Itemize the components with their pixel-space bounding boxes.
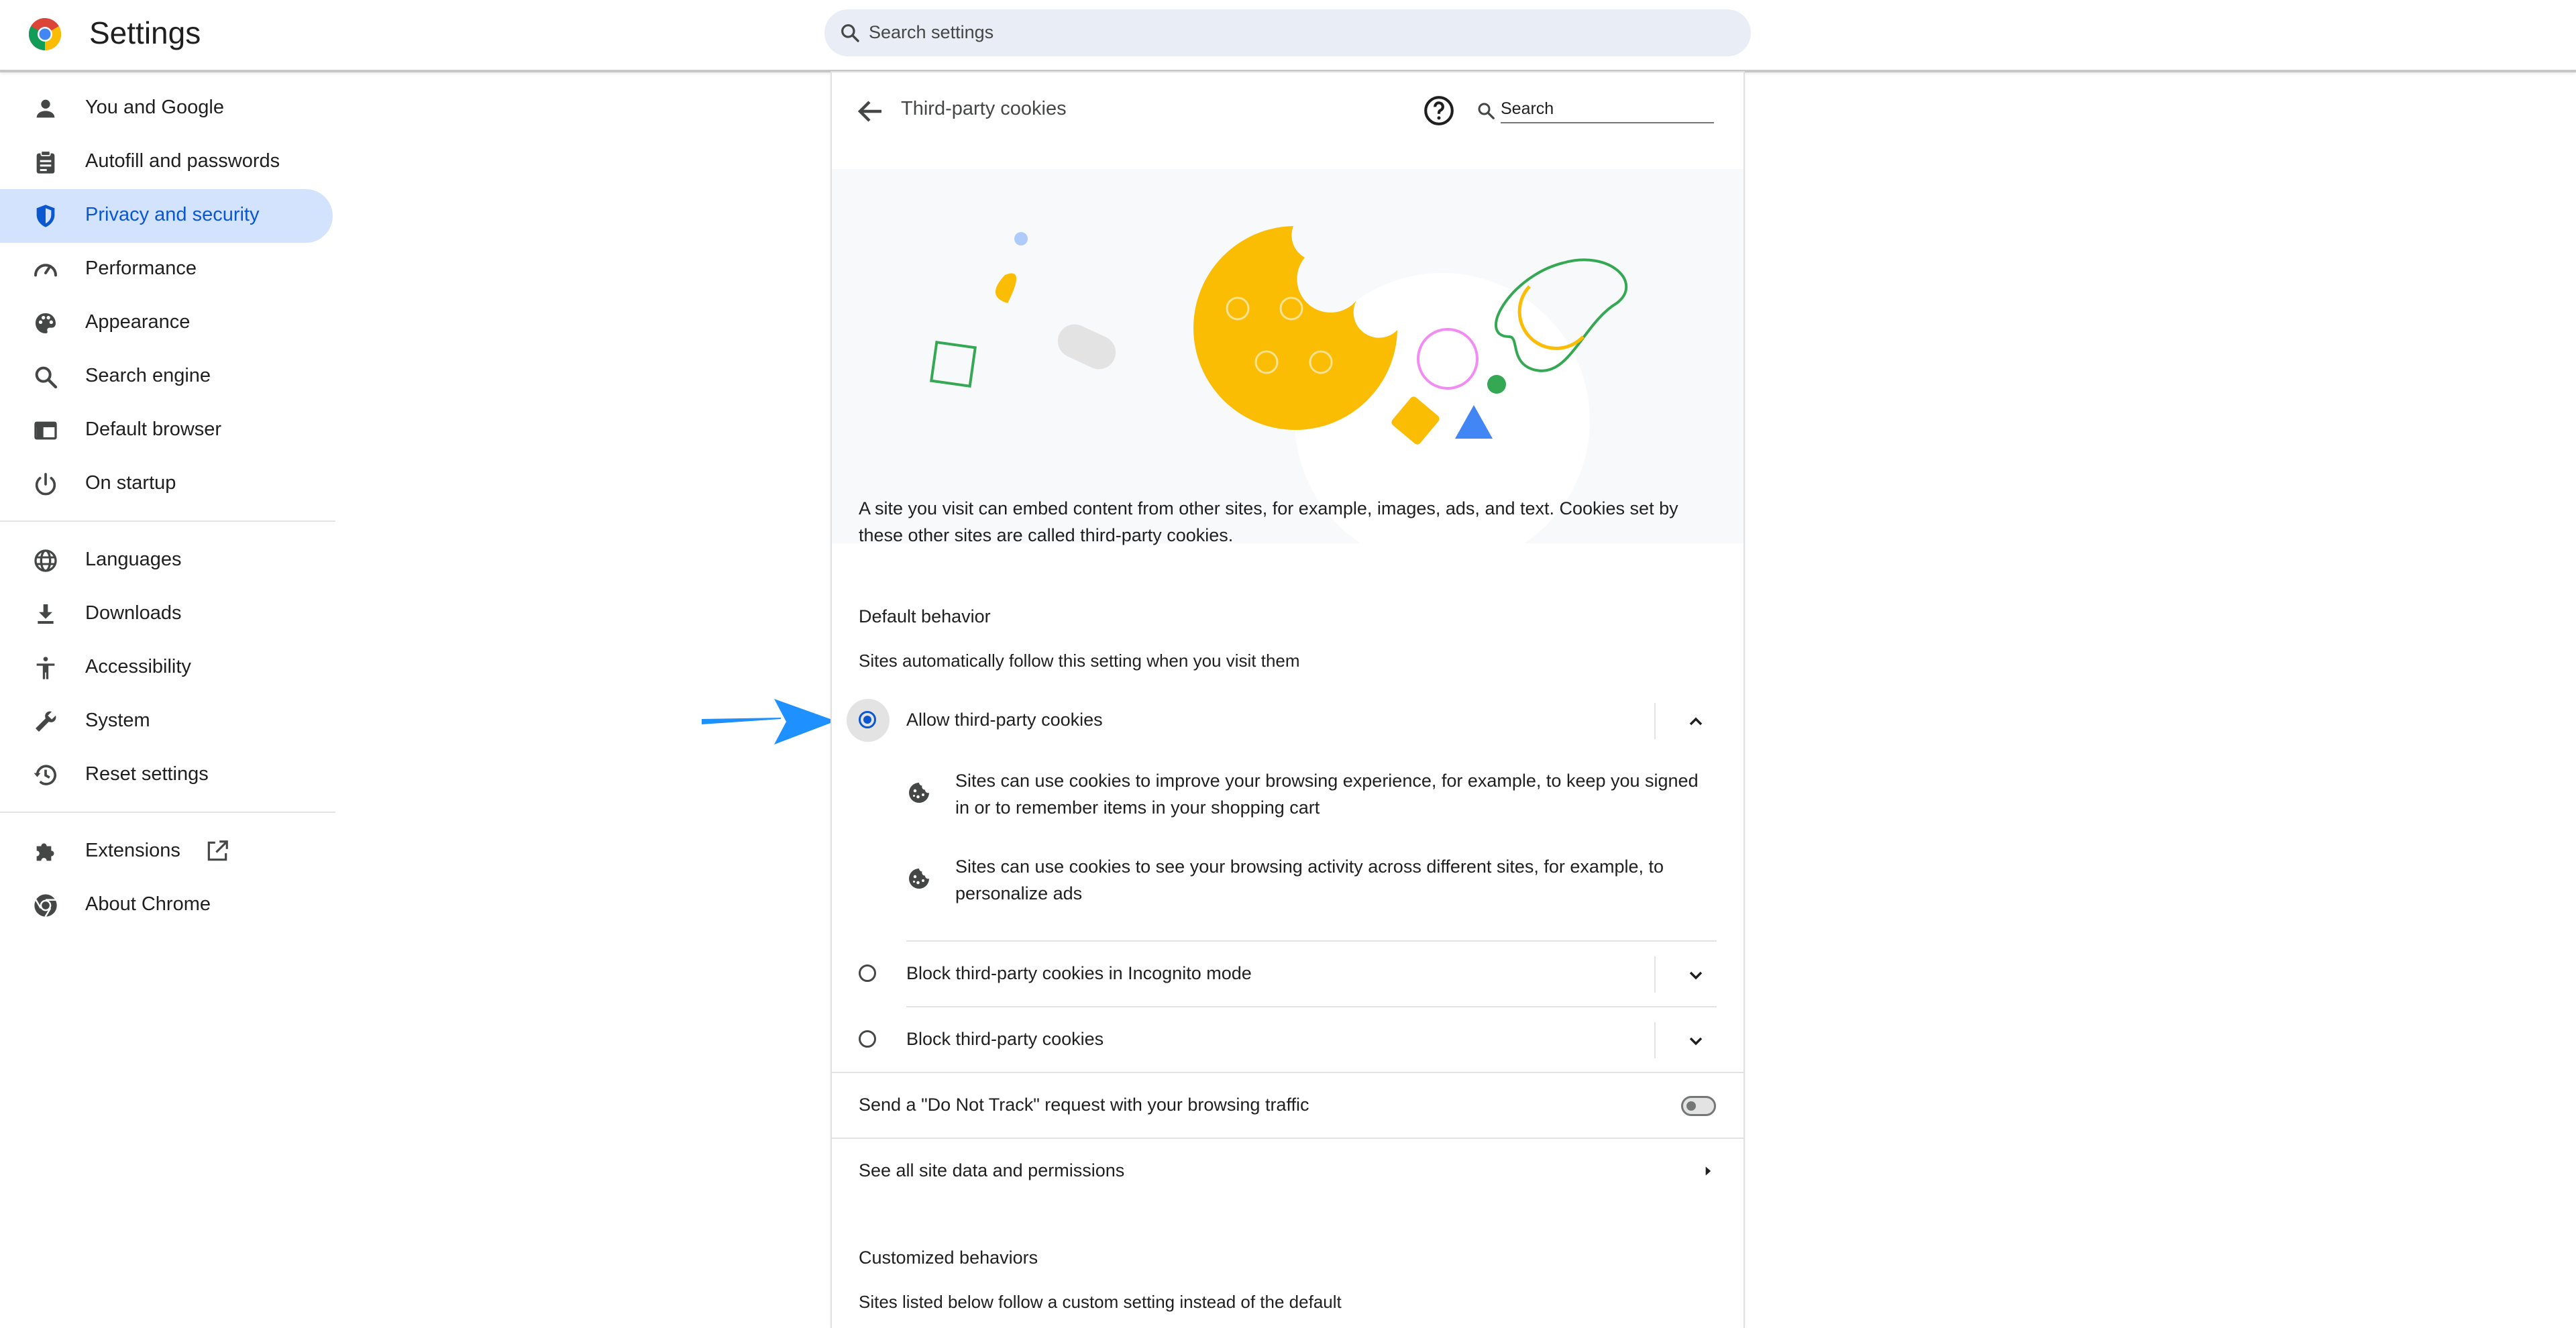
option-block-incognito[interactable]: Block third-party cookies in Incognito m… — [832, 942, 1743, 1007]
page-title: Third-party cookies — [901, 98, 1067, 119]
shield-icon — [36, 205, 55, 227]
wrench-icon — [36, 711, 56, 732]
sidebar-item-appearance[interactable]: Appearance — [0, 296, 333, 350]
radio-allow[interactable] — [859, 711, 876, 728]
sidebar-item-label: Accessibility — [85, 656, 191, 677]
sidebar: You and Google Autofill and passwords Pr… — [0, 72, 335, 1328]
row-separator — [1654, 956, 1656, 993]
chevron-down-icon[interactable] — [1685, 1030, 1707, 1052]
radio-block-incognito[interactable] — [859, 964, 876, 982]
sidebar-item-label: Performance — [85, 258, 197, 279]
detail-text: Sites can use cookies to see your browsi… — [955, 856, 1664, 903]
sidebar-item-extensions[interactable]: Extensions — [0, 825, 333, 879]
puzzle-icon — [36, 843, 54, 861]
default-behavior-heading: Default behavior — [859, 606, 991, 626]
sidebar-divider — [0, 812, 335, 813]
history-icon — [34, 765, 56, 785]
person-icon — [36, 99, 55, 118]
help-icon[interactable] — [1422, 94, 1456, 127]
customized-behaviors-heading: Customized behaviors — [859, 1248, 1038, 1268]
sidebar-item-label: Downloads — [85, 602, 182, 624]
open-in-new-icon — [207, 840, 228, 861]
chevron-down-icon[interactable] — [1685, 964, 1707, 986]
sidebar-item-accessibility[interactable]: Accessibility — [0, 641, 333, 695]
sidebar-item-on-startup[interactable]: On startup — [0, 457, 333, 511]
sidebar-item-label: Appearance — [85, 311, 191, 333]
sidebar-item-reset-settings[interactable]: Reset settings — [0, 749, 333, 802]
top-bar: Settings Search settings — [0, 0, 2576, 72]
sidebar-divider — [0, 520, 335, 522]
customized-behaviors-subheading: Sites listed below follow a custom setti… — [859, 1292, 1342, 1312]
chevron-up-icon[interactable] — [1685, 711, 1707, 732]
sidebar-item-label: Languages — [85, 549, 182, 570]
cookie-icon — [909, 869, 929, 889]
sidebar-item-label: On startup — [85, 472, 176, 494]
subpage-header: Third-party cookies — [832, 72, 1743, 166]
see-all-site-data-row[interactable]: See all site data and permissions — [832, 1139, 1743, 1203]
option-block-third-party-cookies[interactable]: Block third-party cookies — [832, 1007, 1743, 1073]
sidebar-item-search-engine[interactable]: Search engine — [0, 350, 333, 404]
sidebar-item-about-chrome[interactable]: About Chrome — [0, 879, 333, 932]
sidebar-item-label: System — [85, 710, 150, 731]
cookie-illustration-graphic — [929, 226, 1628, 543]
cookie-icon — [909, 783, 929, 803]
sidebar-item-autofill[interactable]: Autofill and passwords — [0, 135, 333, 189]
accessibility-icon — [36, 657, 55, 679]
see-all-site-data-label: See all site data and permissions — [859, 1160, 1125, 1180]
option-allow-third-party-cookies[interactable]: Allow third-party cookies — [832, 688, 1743, 754]
do-not-track-row[interactable]: Send a "Do Not Track" request with your … — [832, 1073, 1743, 1138]
do-not-track-label: Send a "Do Not Track" request with your … — [859, 1095, 1309, 1115]
sidebar-item-label: Extensions — [85, 840, 180, 861]
settings-search-input[interactable]: Search settings — [824, 9, 1751, 56]
globe-icon — [34, 549, 57, 572]
detail-text: Sites can use cookies to improve your br… — [955, 771, 1699, 818]
sidebar-item-label: Privacy and security — [85, 204, 260, 225]
sidebar-item-downloads[interactable]: Downloads — [0, 588, 333, 641]
sidebar-item-you-and-google[interactable]: You and Google — [0, 82, 333, 135]
search-icon — [35, 366, 58, 389]
search-icon — [841, 24, 859, 42]
sidebar-item-label: Default browser — [85, 419, 222, 440]
back-arrow-icon[interactable] — [855, 95, 887, 127]
browser-window-icon — [34, 421, 57, 440]
search-icon — [1478, 103, 1495, 119]
clipboard-icon — [36, 150, 55, 174]
speedometer-icon — [34, 264, 57, 277]
cookies-illustration — [832, 169, 1743, 543]
sidebar-item-languages[interactable]: Languages — [0, 534, 333, 588]
caret-right-icon — [1705, 1166, 1711, 1176]
sidebar-item-label: Reset settings — [85, 763, 209, 785]
do-not-track-toggle[interactable] — [1681, 1096, 1716, 1116]
sidebar-item-system[interactable]: System — [0, 695, 333, 749]
settings-panel: Third-party cookies Search A site you vi… — [832, 72, 1743, 1328]
option-label: Block third-party cookies in Incognito m… — [906, 963, 1252, 983]
option-label: Block third-party cookies — [906, 1029, 1104, 1049]
chrome-logo-icon — [28, 17, 62, 51]
search-placeholder: Search settings — [869, 22, 994, 42]
option-label: Allow third-party cookies — [906, 710, 1103, 730]
row-separator — [1654, 1022, 1656, 1058]
chrome-icon — [34, 894, 57, 918]
sidebar-item-label: About Chrome — [85, 893, 211, 915]
power-icon — [35, 473, 56, 496]
sidebar-item-performance[interactable]: Performance — [0, 243, 333, 296]
app-title: Settings — [89, 15, 201, 50]
sidebar-item-label: You and Google — [85, 97, 224, 118]
sidebar-item-label: Search engine — [85, 365, 211, 386]
sidebar-item-privacy-and-security[interactable]: Privacy and security — [0, 189, 333, 243]
palette-icon — [36, 313, 56, 333]
annotation-arrow-icon — [702, 699, 836, 744]
sidebar-item-default-browser[interactable]: Default browser — [0, 404, 333, 457]
default-behavior-subheading: Sites automatically follow this setting … — [859, 651, 1300, 671]
row-separator — [1654, 703, 1656, 739]
download-icon — [38, 604, 54, 624]
sidebar-item-label: Autofill and passwords — [85, 150, 280, 172]
page-description: A site you visit can embed content from … — [859, 498, 1678, 545]
radio-block[interactable] — [859, 1030, 876, 1048]
subpage-search-input[interactable] — [1501, 95, 1714, 123]
